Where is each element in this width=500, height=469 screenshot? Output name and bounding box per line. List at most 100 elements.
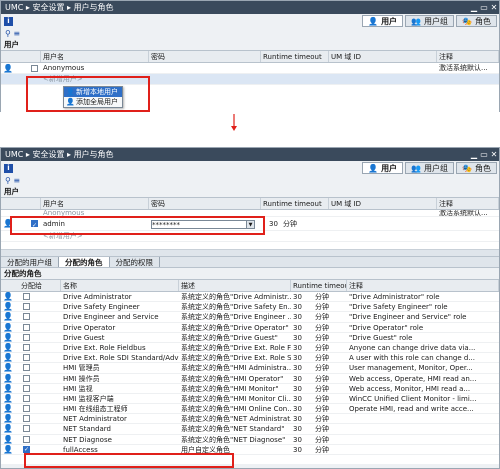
breadcrumb-item[interactable]: 安全设置 bbox=[32, 150, 64, 159]
role-timeout: 30 bbox=[293, 435, 302, 444]
role-checkbox[interactable] bbox=[23, 394, 30, 402]
role-checkbox[interactable] bbox=[23, 343, 30, 351]
role-timeout: 30 bbox=[293, 364, 302, 373]
role-name[interactable]: Drive Administrator bbox=[61, 292, 179, 301]
role-row[interactable]: 👤 HMI 操作员 系统定义的角色"HMI Operator" 30 分钟 Web acc… bbox=[1, 374, 499, 384]
role-row[interactable]: 👤 Drive Ext. Role SDI Standard/Adv 系统定义的角色… bbox=[1, 353, 499, 364]
user-name[interactable]: Anonymous bbox=[41, 63, 149, 73]
role-row[interactable]: 👤 Drive Operator 系统定义的角色"Drive Operator" 30… bbox=[1, 323, 499, 333]
role-checkbox[interactable] bbox=[23, 333, 30, 341]
info-icon[interactable]: i bbox=[4, 163, 13, 173]
breadcrumb-item[interactable]: 用户与角色 bbox=[74, 3, 114, 12]
breadcrumb-item[interactable]: 安全设置 bbox=[32, 3, 64, 12]
add-user-icon[interactable]: ⚲ bbox=[5, 29, 11, 38]
role-name[interactable]: Drive Safety Engineer bbox=[61, 302, 179, 311]
restore-icon[interactable]: ▭ bbox=[479, 1, 489, 14]
column-header[interactable]: 密码 bbox=[149, 198, 261, 209]
role-row[interactable]: 👤 NET Administrator 系统定义的角色"NET Administra… bbox=[1, 414, 499, 425]
role-name[interactable]: Drive Operator bbox=[61, 323, 179, 332]
role-row[interactable]: 👤 HMI 监视客户端 系统定义的角色"HMI Monitor Cli... 30 分钟… bbox=[1, 394, 499, 405]
role-name[interactable]: HMI 管理员 bbox=[61, 363, 179, 372]
column-header[interactable]: Runtime timeout bbox=[261, 51, 329, 62]
role-checkbox[interactable] bbox=[23, 415, 30, 423]
role-name[interactable]: NET Administrator bbox=[61, 414, 179, 423]
column-header[interactable]: Runtime timeout bbox=[261, 198, 329, 209]
role-row[interactable]: 👤 Drive Ext. Role Fieldbus 系统定义的角色"Drive E… bbox=[1, 343, 499, 354]
role-row[interactable]: 👤 Drive Guest 系统定义的角色"Drive Guest" 30 分钟 "Dri… bbox=[1, 333, 499, 343]
role-checkbox[interactable] bbox=[23, 313, 30, 321]
column-header[interactable]: 注释 bbox=[437, 51, 499, 62]
role-checkbox[interactable] bbox=[23, 425, 30, 433]
role-name[interactable]: HMI 在线组态工程师 bbox=[61, 404, 179, 413]
role-row[interactable]: 👤 NET Standard 系统定义的角色"NET Standard" 30 分钟 bbox=[1, 424, 499, 435]
info-icon[interactable]: i bbox=[4, 16, 13, 26]
scrollbar[interactable] bbox=[1, 249, 499, 256]
role-checkbox[interactable] bbox=[23, 354, 30, 362]
role-name[interactable]: HMI 监视 bbox=[61, 384, 179, 393]
role-row[interactable]: 👤 HMI 监视 系统定义的角色"HMI Monitor" 30 分钟 Web acces… bbox=[1, 384, 499, 394]
tab-users[interactable]: 👤 用户 bbox=[362, 162, 404, 174]
timeout-value[interactable]: 30 bbox=[267, 217, 281, 230]
check-cell bbox=[15, 363, 61, 372]
role-row[interactable]: 👤 Drive Engineer and Service 系统定义的角色"Drive… bbox=[1, 312, 499, 323]
column-header[interactable]: UM 域 ID bbox=[329, 198, 437, 209]
column-header[interactable]: 注释 bbox=[437, 198, 499, 209]
role-name[interactable]: Drive Ext. Role SDI Standard/Adv bbox=[61, 353, 179, 362]
tab-assigned-groups[interactable]: 分配的用户组 bbox=[1, 257, 59, 267]
minimize-icon[interactable]: ▁ bbox=[469, 1, 479, 14]
tab-roles[interactable]: 🎭 角色 bbox=[456, 15, 497, 27]
column-header[interactable]: 分配给 bbox=[1, 280, 61, 291]
role-checkbox[interactable] bbox=[23, 384, 30, 392]
role-icon: 👤 bbox=[3, 363, 13, 373]
role-checkbox[interactable] bbox=[23, 293, 30, 300]
role-name[interactable]: NET Standard bbox=[61, 424, 179, 433]
role-name[interactable]: Drive Engineer and Service bbox=[61, 312, 179, 321]
role-row[interactable]: 👤 HMI 管理员 系统定义的角色"HMI Administra... 30 分钟 Use… bbox=[1, 363, 499, 374]
column-header[interactable]: UM 域 ID bbox=[329, 51, 437, 62]
properties-icon[interactable]: ≡ bbox=[13, 176, 20, 185]
column-header[interactable]: 用户名 bbox=[41, 198, 149, 209]
breadcrumb-item[interactable]: 用户与角色 bbox=[74, 150, 114, 159]
tab-user-groups[interactable]: 👥 用户组 bbox=[405, 15, 455, 27]
tab-users[interactable]: 👤 用户 bbox=[362, 15, 404, 27]
role-row[interactable]: 👤 Drive Administrator 系统定义的角色"Drive Admini… bbox=[1, 292, 499, 303]
timeout-unit[interactable]: 分钟 bbox=[281, 217, 311, 230]
role-name[interactable]: Drive Ext. Role Fieldbus bbox=[61, 343, 179, 352]
role-checkbox[interactable] bbox=[23, 435, 30, 443]
role-name[interactable]: NET Diagnose bbox=[61, 435, 179, 444]
close-icon[interactable]: ✕ bbox=[489, 148, 499, 161]
role-row[interactable]: 👤 NET Diagnose 系统定义的角色"NET Diagnose" 30 分钟 bbox=[1, 435, 499, 445]
role-checkbox[interactable] bbox=[23, 374, 30, 382]
properties-icon[interactable]: ≡ bbox=[13, 29, 20, 38]
role-icon: 👤 bbox=[3, 434, 13, 444]
tab-assigned-roles[interactable]: 分配的角色 bbox=[59, 257, 110, 267]
breadcrumb-item[interactable]: UMC bbox=[5, 150, 23, 159]
close-icon[interactable]: ✕ bbox=[489, 1, 499, 14]
role-checkbox[interactable] bbox=[23, 445, 30, 454]
role-description: 系统定义的角色"Drive Guest" bbox=[181, 333, 278, 342]
role-row[interactable]: 👤 HMI 在线组态工程师 系统定义的角色"HMI Online Con... 30 分… bbox=[1, 404, 499, 415]
role-checkbox[interactable] bbox=[23, 303, 30, 311]
column-header[interactable]: 描述 bbox=[179, 280, 291, 291]
minimize-icon[interactable]: ▁ bbox=[469, 148, 479, 161]
tab-user-groups[interactable]: 👥 用户组 bbox=[405, 162, 455, 174]
role-name[interactable]: HMI 操作员 bbox=[61, 374, 179, 383]
role-checkbox[interactable] bbox=[23, 405, 30, 413]
add-user-icon[interactable]: ⚲ bbox=[5, 176, 11, 185]
role-checkbox[interactable] bbox=[23, 323, 30, 331]
table-row[interactable]: 👤 Anonymous 激活系统默认... bbox=[1, 63, 499, 74]
role-row[interactable]: 👤 Drive Safety Engineer 系统定义的角色"Drive Safe… bbox=[1, 302, 499, 313]
column-header[interactable]: 用户名 bbox=[41, 51, 149, 62]
column-header[interactable]: 密码 bbox=[149, 51, 261, 62]
column-header[interactable]: Runtime timeout bbox=[291, 280, 347, 291]
row-checkbox[interactable] bbox=[31, 65, 38, 72]
role-checkbox[interactable] bbox=[23, 364, 30, 372]
column-header[interactable]: 注释 bbox=[347, 280, 499, 291]
role-name[interactable]: Drive Guest bbox=[61, 333, 179, 342]
role-name[interactable]: HMI 监视客户端 bbox=[61, 394, 179, 403]
tab-roles[interactable]: 🎭 角色 bbox=[456, 162, 497, 174]
tab-assigned-rights[interactable]: 分配的权限 bbox=[109, 257, 160, 267]
restore-icon[interactable]: ▭ bbox=[479, 148, 489, 161]
breadcrumb-item[interactable]: UMC bbox=[5, 3, 23, 12]
column-header[interactable]: 名称 bbox=[61, 280, 179, 291]
